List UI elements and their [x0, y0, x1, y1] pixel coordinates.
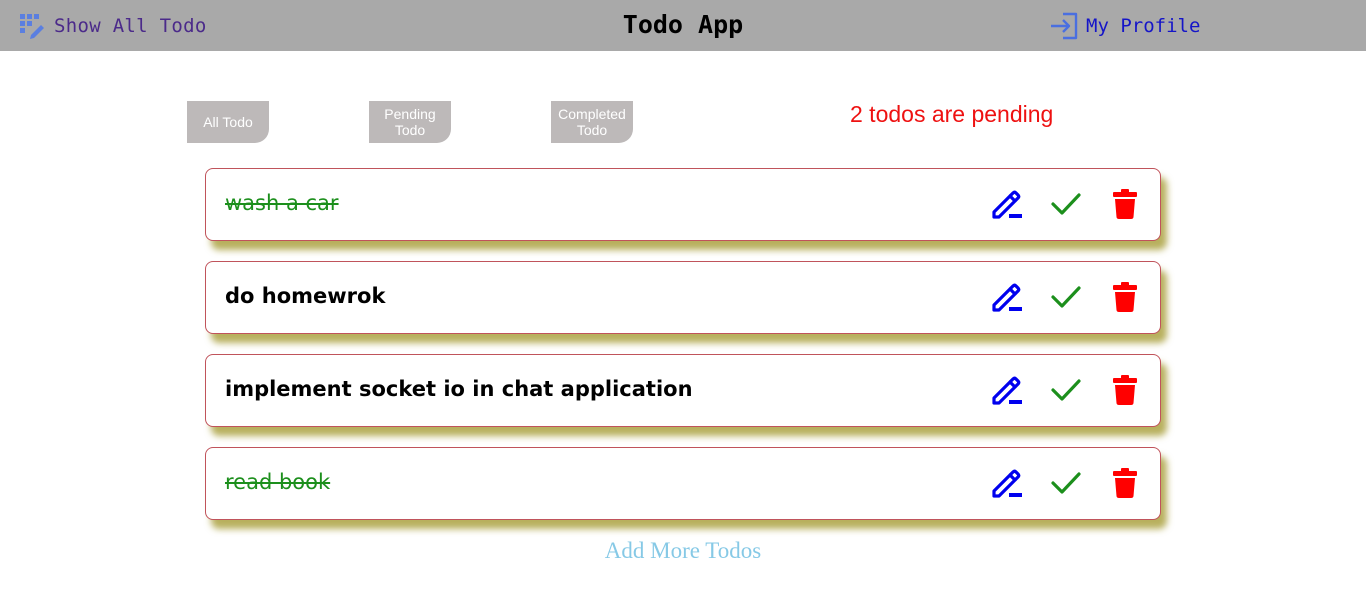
- my-profile-link[interactable]: My Profile: [1049, 12, 1200, 40]
- trash-icon[interactable]: [1108, 466, 1142, 500]
- sign-in-icon: [1049, 12, 1079, 40]
- todo-item: read book: [205, 447, 1161, 520]
- edit-icon[interactable]: [989, 187, 1023, 221]
- todo-item: wash a car: [205, 168, 1161, 241]
- my-profile-label: My Profile: [1086, 15, 1201, 37]
- edit-icon[interactable]: [989, 280, 1023, 314]
- edit-icon[interactable]: [989, 466, 1023, 500]
- all-todo-button[interactable]: All Todo: [187, 101, 269, 143]
- todo-text: do homewrok: [225, 284, 386, 308]
- check-icon[interactable]: [1049, 187, 1083, 221]
- pending-count-text: 2 todos are pending: [850, 101, 1054, 127]
- check-icon[interactable]: [1049, 280, 1083, 314]
- pending-todo-button[interactable]: Pending Todo: [369, 101, 451, 143]
- todo-text: implement socket io in chat application: [225, 377, 693, 401]
- add-more-todos-link[interactable]: Add More Todos: [0, 538, 1366, 564]
- navbar: Show All Todo Todo App My Profile: [0, 0, 1366, 51]
- completed-todo-button[interactable]: Completed Todo: [551, 101, 633, 143]
- todo-text: wash a car: [225, 191, 339, 215]
- trash-icon[interactable]: [1108, 280, 1142, 314]
- todo-item: implement socket io in chat application: [205, 354, 1161, 427]
- todo-text: read book: [225, 470, 331, 494]
- trash-icon[interactable]: [1108, 373, 1142, 407]
- todo-item: do homewrok: [205, 261, 1161, 334]
- edit-icon[interactable]: [989, 373, 1023, 407]
- trash-icon[interactable]: [1108, 187, 1142, 221]
- check-icon[interactable]: [1049, 373, 1083, 407]
- check-icon[interactable]: [1049, 466, 1083, 500]
